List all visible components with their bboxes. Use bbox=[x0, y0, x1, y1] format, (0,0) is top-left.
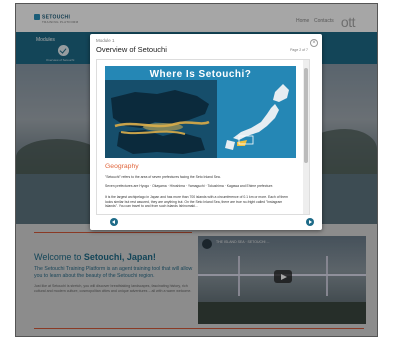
map-detail-panel bbox=[105, 80, 217, 158]
paragraph: Seven prefectures are Hyogo · Okayama · … bbox=[105, 184, 274, 188]
modal-content: Where Is Setouchi? Geography "Setouchi" … bbox=[96, 59, 310, 215]
modal-module-label: Module 1 bbox=[96, 38, 115, 43]
map-caption: Where Is Setouchi? bbox=[149, 69, 252, 80]
modal-scrollbar[interactable] bbox=[303, 60, 309, 214]
japan-map-graphic bbox=[225, 84, 289, 150]
scrollbar-thumb[interactable] bbox=[304, 68, 308, 163]
next-page-button[interactable] bbox=[306, 218, 314, 226]
region-map-graphic bbox=[111, 90, 210, 154]
section-heading: Geography bbox=[105, 163, 139, 170]
setouchi-map-image: Where Is Setouchi? bbox=[105, 66, 296, 158]
modal-page-indicator: Page 2 of 7 bbox=[290, 48, 308, 52]
paragraph: It is the largest archipelago in Japan a… bbox=[105, 195, 289, 208]
app-frame: SETOUCHI TRAINING PLATFORM Home Contacts… bbox=[15, 3, 378, 337]
close-icon[interactable]: × bbox=[310, 39, 318, 47]
modal-title: Overview of Setouchi bbox=[96, 45, 167, 54]
module-modal: Module 1 Overview of Setouchi Page 2 of … bbox=[90, 34, 322, 230]
previous-page-button[interactable] bbox=[110, 218, 118, 226]
paragraph: "Setouchi" refers to the area of seven p… bbox=[105, 175, 221, 179]
